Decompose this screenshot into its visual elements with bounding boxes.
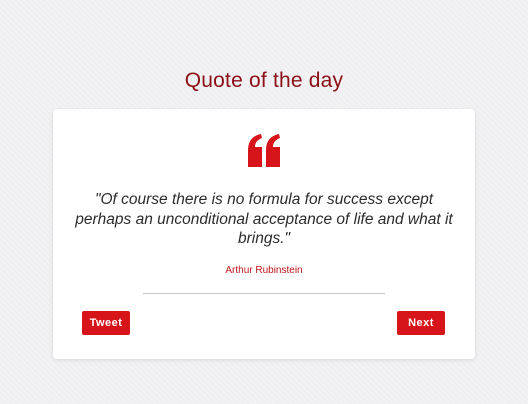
page-title: Quote of the day [184, 69, 344, 92]
quote-card: "Of course there is no formula for succe… [53, 109, 475, 359]
quote-text: "Of course there is no formula for succe… [75, 191, 453, 247]
tweet-button[interactable]: Tweet [82, 311, 130, 335]
quote-left-icon [246, 133, 282, 167]
next-button[interactable]: Next [397, 311, 445, 335]
divider [143, 293, 385, 294]
quote-author: Arthur Rubinstein [225, 265, 303, 276]
